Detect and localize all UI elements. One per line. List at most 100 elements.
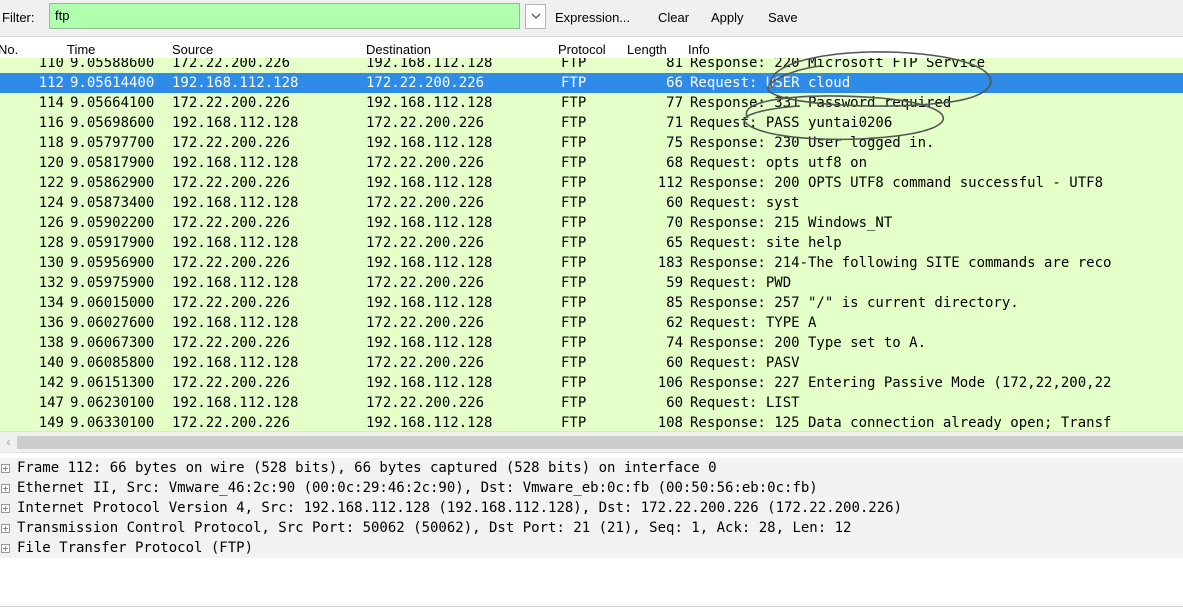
packet-time: 9.05698600 [70,115,155,131]
packet-length: 81 [666,58,683,71]
packet-source: 192.168.112.128 [172,355,299,371]
packet-source: 172.22.200.226 [172,415,291,431]
column-header-source[interactable]: Source [172,42,213,57]
clear-button[interactable]: Clear [658,10,689,25]
packet-time: 9.06151300 [70,375,155,391]
column-header-no[interactable]: No. [0,42,18,57]
packet-no: 138 [38,335,64,351]
detail-row-frame[interactable]: + Frame 112: 66 bytes on wire (528 bits)… [0,458,1183,478]
packet-no: 132 [38,275,64,291]
packet-row[interactable]: 142 9.06151300 172.22.200.226 192.168.112.1… [0,373,1183,393]
packet-time: 9.05975900 [70,275,155,291]
expression-button[interactable]: Expression... [555,10,630,25]
packet-info: Request: TYPE A [690,315,817,331]
packet-length: 85 [666,295,683,311]
chevron-down-icon [531,13,541,19]
packet-protocol: FTP [561,375,587,391]
packet-info: Response: 200 OPTS UTF8 command successf… [690,175,1104,191]
packet-row[interactable]: 130 9.05956900 172.22.200.226 192.168.112.1… [0,253,1183,273]
packet-protocol: FTP [561,335,587,351]
column-header-info[interactable]: Info [688,42,710,57]
packet-source: 192.168.112.128 [172,315,299,331]
packet-source: 172.22.200.226 [172,255,291,271]
packet-time: 9.06230100 [70,395,155,411]
packet-row[interactable]: 118 9.05797700 172.22.200.226 192.168.112.1… [0,133,1183,153]
packet-source: 172.22.200.226 [172,295,291,311]
scroll-left-arrow-icon[interactable]: ‹ [0,432,17,452]
packet-row[interactable]: 112 9.05614400 192.168.112.128 172.22.200.2… [0,73,1183,93]
column-header-length[interactable]: Length [627,42,667,57]
expand-plus-icon[interactable]: + [1,524,10,533]
expand-plus-icon[interactable]: + [1,484,10,493]
packet-destination: 192.168.112.128 [366,415,493,431]
packet-no: 120 [38,155,64,171]
detail-row-ethernet[interactable]: + Ethernet II, Src: Vmware_46:2c:90 (00:… [0,478,1183,498]
packet-row[interactable]: 138 9.06067300 172.22.200.226 192.168.112.1… [0,333,1183,353]
packet-info: Response: 227 Entering Passive Mode (172… [690,375,1112,391]
expand-plus-icon[interactable]: + [1,504,10,513]
packet-bytes-pane [0,606,1183,612]
packet-protocol: FTP [561,135,587,151]
packet-row[interactable]: 149 9.06330100 172.22.200.226 192.168.112.1… [0,413,1183,431]
scrollbar-thumb[interactable] [17,436,1183,449]
packet-no: 134 [38,295,64,311]
packet-destination: 192.168.112.128 [366,135,493,151]
packet-list-hscrollbar[interactable]: ‹ [0,431,1183,453]
packet-row[interactable]: 128 9.05917900 192.168.112.128 172.22.200.2… [0,233,1183,253]
packet-no: 126 [38,215,64,231]
packet-row[interactable]: 126 9.05902200 172.22.200.226 192.168.112.1… [0,213,1183,233]
packet-row[interactable]: 132 9.05975900 192.168.112.128 172.22.200.2… [0,273,1183,293]
column-header-time[interactable]: Time [67,42,95,57]
detail-row-tcp[interactable]: + Transmission Control Protocol, Src Por… [0,518,1183,538]
packet-destination: 172.22.200.226 [366,355,485,371]
detail-row-ipv4[interactable]: + Internet Protocol Version 4, Src: 192.… [0,498,1183,518]
packet-info: Response: 220 Microsoft FTP Service [690,58,986,71]
packet-row[interactable]: 116 9.05698600 192.168.112.128 172.22.200.2… [0,113,1183,133]
packet-source: 192.168.112.128 [172,75,299,91]
packet-no: 128 [38,235,64,251]
packet-row[interactable]: 124 9.05873400 192.168.112.128 172.22.200.2… [0,193,1183,213]
packet-length: 62 [666,315,683,331]
column-header-protocol[interactable]: Protocol [558,42,606,57]
packet-row[interactable]: 140 9.06085800 192.168.112.128 172.22.200.2… [0,353,1183,373]
detail-row-ftp[interactable]: + File Transfer Protocol (FTP) [0,538,1183,558]
packet-protocol: FTP [561,415,587,431]
packet-row[interactable]: 147 9.06230100 192.168.112.128 172.22.200.2… [0,393,1183,413]
packet-row[interactable]: 122 9.05862900 172.22.200.226 192.168.112.1… [0,173,1183,193]
packet-no: 114 [38,95,64,111]
packet-length: 183 [657,255,683,271]
packet-destination: 192.168.112.128 [366,58,493,71]
apply-button[interactable]: Apply [711,10,744,25]
packet-row[interactable]: 134 9.06015000 172.22.200.226 192.168.112.1… [0,293,1183,313]
packet-time: 9.06027600 [70,315,155,331]
packet-row[interactable]: 114 9.05664100 172.22.200.226 192.168.112.1… [0,93,1183,113]
expand-plus-icon[interactable]: + [1,464,10,473]
filter-input[interactable]: ftp [49,3,520,29]
packet-row[interactable]: 110 9.05588600 172.22.200.226 192.168.112.1… [0,58,1183,73]
packet-no: 122 [38,175,64,191]
save-button[interactable]: Save [768,10,798,25]
packet-list[interactable]: 110 9.05588600 172.22.200.226 192.168.112.1… [0,58,1183,431]
packet-length: 70 [666,215,683,231]
packet-info: Response: 215 Windows_NT [690,215,893,231]
packet-protocol: FTP [561,115,587,131]
packet-info: Response: 200 Type set to A. [690,335,927,351]
packet-destination: 172.22.200.226 [366,395,485,411]
packet-destination: 172.22.200.226 [366,195,485,211]
packet-source: 192.168.112.128 [172,235,299,251]
packet-source: 192.168.112.128 [172,395,299,411]
column-header-destination[interactable]: Destination [366,42,431,57]
packet-length: 65 [666,235,683,251]
filter-label: Filter: [2,10,35,25]
packet-length: 106 [657,375,683,391]
packet-time: 9.05917900 [70,235,155,251]
packet-row[interactable]: 136 9.06027600 192.168.112.128 172.22.200.2… [0,313,1183,333]
packet-info: Request: PWD [690,275,792,291]
packet-row[interactable]: 120 9.05817900 192.168.112.128 172.22.200.2… [0,153,1183,173]
packet-details-pane: + Frame 112: 66 bytes on wire (528 bits)… [0,455,1183,605]
packet-destination: 172.22.200.226 [366,235,485,251]
expand-plus-icon[interactable]: + [1,544,10,553]
packet-destination: 172.22.200.226 [366,275,485,291]
packet-info: Request: opts utf8 on [690,155,868,171]
filter-dropdown-button[interactable] [525,4,546,29]
